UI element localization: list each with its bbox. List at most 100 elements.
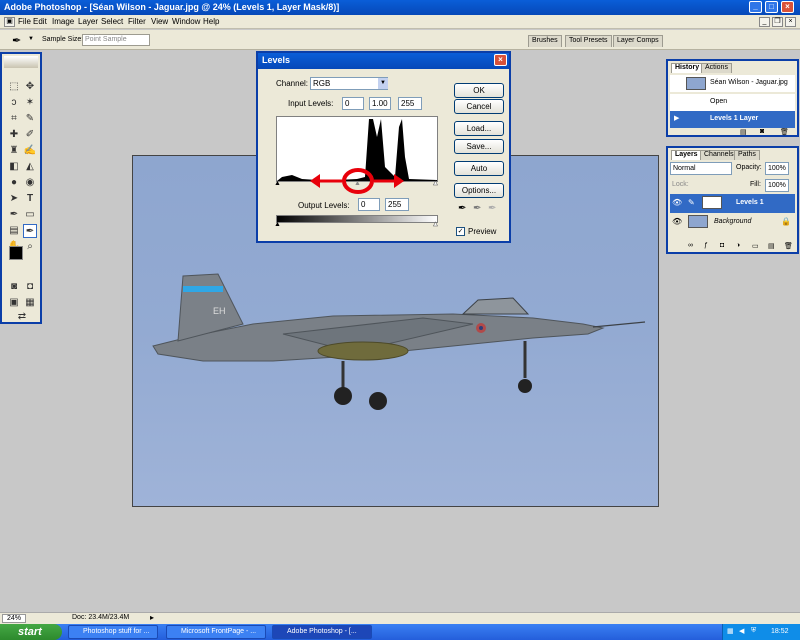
channel-select[interactable]: RGB xyxy=(310,77,388,90)
task-photoshop[interactable]: Adobe Photoshop - [... xyxy=(272,625,372,639)
preview-checkbox[interactable]: ✓ xyxy=(456,227,465,236)
jump-to-imageready-icon[interactable]: ⇄ xyxy=(15,310,29,324)
link-layers-icon[interactable]: ∞ xyxy=(688,242,693,249)
chevron-down-icon[interactable]: ▼ xyxy=(28,36,34,42)
menu-layer[interactable]: Layer xyxy=(78,17,98,26)
quick-mask-icon[interactable]: ◙ xyxy=(7,280,21,294)
ok-button[interactable]: OK xyxy=(454,83,504,98)
task-frontpage[interactable]: Microsoft FrontPage - ... xyxy=(166,625,266,639)
input-white-field[interactable]: 255 xyxy=(398,97,422,110)
tab-channels[interactable]: Channels xyxy=(700,150,738,160)
menu-image[interactable]: Image xyxy=(52,17,74,26)
crop-tool-icon[interactable]: ⌗ xyxy=(7,112,21,126)
load-button[interactable]: Load... xyxy=(454,121,504,136)
menu-file[interactable]: File xyxy=(18,17,31,26)
brush-tool-icon[interactable]: ✐ xyxy=(23,128,37,142)
black-eyedropper-icon[interactable]: ✒ xyxy=(458,203,466,214)
eyedropper-tool-icon[interactable]: ✒ xyxy=(23,224,37,238)
auto-button[interactable]: Auto xyxy=(454,161,504,176)
type-tool-icon[interactable]: T xyxy=(23,192,37,206)
palette-well-tab-tool-presets[interactable]: Tool Presets xyxy=(565,35,612,47)
layer-mask-icon[interactable]: ◘ xyxy=(720,242,724,249)
layer-row[interactable]: 👁 Background 🔒 xyxy=(670,213,795,232)
notes-tool-icon[interactable]: ▤ xyxy=(7,224,21,238)
network-icon[interactable]: ▦ xyxy=(727,627,734,635)
maximize-button[interactable]: □ xyxy=(765,1,778,13)
opacity-field[interactable]: 100% xyxy=(765,162,789,175)
shield-icon[interactable]: ⛨ xyxy=(751,627,756,635)
blur-tool-icon[interactable]: ● xyxy=(7,176,21,190)
doc-minimize-button[interactable]: _ xyxy=(759,17,770,27)
eyedropper-icon[interactable]: ✒ xyxy=(12,34,21,47)
shape-tool-icon[interactable]: ▭ xyxy=(23,208,37,222)
white-point-slider[interactable]: ▲ xyxy=(432,180,439,188)
title-bar[interactable]: Adobe Photoshop - [Séan Wilson - Jaguar.… xyxy=(0,0,800,15)
adjustment-layer-icon[interactable]: ◑ xyxy=(736,242,740,249)
layer-style-icon[interactable]: ƒ xyxy=(704,242,708,249)
gradient-tool-icon[interactable]: ◭ xyxy=(23,160,37,174)
new-document-icon[interactable]: ▤ xyxy=(740,128,747,136)
menu-edit[interactable]: Edit xyxy=(33,17,47,26)
start-button[interactable]: start xyxy=(0,624,62,640)
chevron-right-icon[interactable]: ▸ xyxy=(150,613,154,622)
screen-mode-icon[interactable]: ▣ xyxy=(7,296,21,310)
eraser-tool-icon[interactable]: ◧ xyxy=(7,160,21,174)
doc-restore-button[interactable]: ❐ xyxy=(772,17,783,27)
slice-tool-icon[interactable]: ✎ xyxy=(23,112,37,126)
magic-wand-tool-icon[interactable]: ✶ xyxy=(23,96,37,110)
standard-mode-icon[interactable]: ◘ xyxy=(23,280,37,294)
options-button[interactable]: Options... xyxy=(454,183,504,198)
palette-well-tab-layer-comps[interactable]: Layer Comps xyxy=(613,35,663,47)
tab-layers[interactable]: Layers xyxy=(671,150,702,160)
history-step-open[interactable]: Open xyxy=(670,94,795,111)
menu-help[interactable]: Help xyxy=(203,17,219,26)
history-step-levels[interactable]: ▶ Levels 1 Layer xyxy=(670,111,795,128)
output-white-field[interactable]: 255 xyxy=(385,198,409,211)
history-snapshot[interactable]: Séan Wilson - Jaguar.jpg xyxy=(670,75,795,92)
layer-row[interactable]: 👁 ✎ Levels 1 xyxy=(670,194,795,213)
trash-icon[interactable]: 🗑 xyxy=(784,242,793,250)
output-black-slider[interactable]: ▲ xyxy=(274,221,281,228)
levels-dialog-titlebar[interactable]: Levels × xyxy=(258,53,509,69)
input-black-field[interactable]: 0 xyxy=(342,97,364,110)
tab-history[interactable]: History xyxy=(671,63,704,73)
eye-icon[interactable]: 👁 xyxy=(672,217,682,226)
menu-window[interactable]: Window xyxy=(172,17,200,26)
history-brush-icon[interactable]: ✍ xyxy=(23,144,37,158)
palette-well-tab-brushes[interactable]: Brushes xyxy=(528,35,562,47)
zoom-field[interactable]: 24% xyxy=(2,614,27,623)
output-black-field[interactable]: 0 xyxy=(358,198,380,211)
lasso-tool-icon[interactable]: ↄ xyxy=(7,96,21,110)
move-tool-icon[interactable]: ✥ xyxy=(23,80,37,94)
output-white-slider[interactable]: ▲ xyxy=(432,221,439,229)
ps-document-icon[interactable]: ▣ xyxy=(4,17,15,27)
blend-mode-select[interactable]: Normal xyxy=(670,162,732,175)
volume-icon[interactable]: ◀ xyxy=(739,627,744,635)
pen-tool-icon[interactable]: ✒ xyxy=(7,208,21,222)
foreground-color-swatch[interactable] xyxy=(9,246,23,260)
save-button[interactable]: Save... xyxy=(454,139,504,154)
cancel-button[interactable]: Cancel xyxy=(454,99,504,114)
menu-select[interactable]: Select xyxy=(101,17,123,26)
levels-close-button[interactable]: × xyxy=(494,54,507,66)
dodge-tool-icon[interactable]: ◉ xyxy=(23,176,37,190)
marquee-tool-icon[interactable]: ⬚ xyxy=(7,80,21,94)
toolbox-header[interactable] xyxy=(4,56,38,68)
chevron-down-icon[interactable]: ▼ xyxy=(378,78,388,89)
tab-paths[interactable]: Paths xyxy=(734,150,760,160)
close-button[interactable]: × xyxy=(781,1,794,13)
new-snapshot-icon[interactable]: ◙ xyxy=(760,128,764,135)
full-screen-mode-icon[interactable]: ▦ xyxy=(23,296,37,310)
doc-close-button[interactable]: × xyxy=(785,17,796,27)
minimize-button[interactable]: _ xyxy=(749,1,762,13)
fill-field[interactable]: 100% xyxy=(765,179,789,192)
black-point-slider[interactable]: ▲ xyxy=(274,180,281,187)
menu-filter[interactable]: Filter xyxy=(128,17,146,26)
healing-brush-icon[interactable]: ✚ xyxy=(7,128,21,142)
path-selection-icon[interactable]: ➤ xyxy=(7,192,21,206)
clone-stamp-icon[interactable]: ♜ xyxy=(7,144,21,158)
gray-eyedropper-icon[interactable]: ✒ xyxy=(473,203,481,214)
menu-view[interactable]: View xyxy=(151,17,168,26)
eye-icon[interactable]: 👁 xyxy=(672,198,682,207)
trash-icon[interactable]: 🗑 xyxy=(780,128,789,136)
